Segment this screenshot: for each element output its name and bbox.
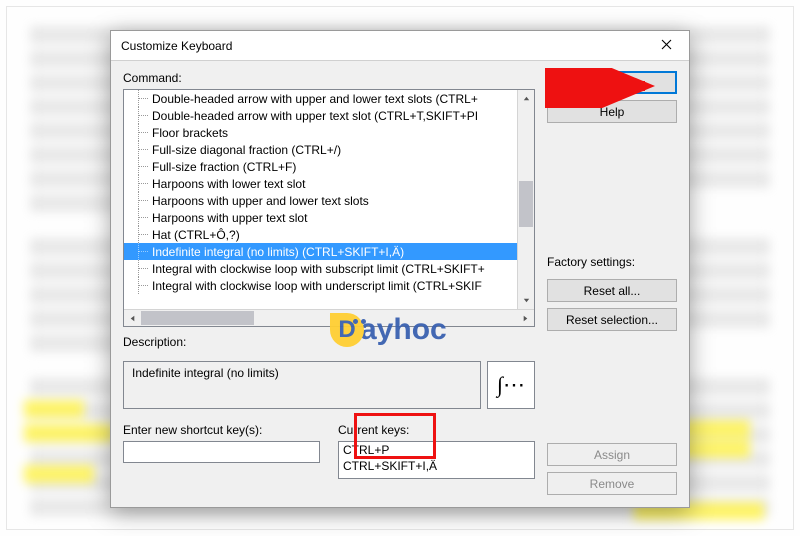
factory-settings-label: Factory settings:	[547, 255, 677, 269]
dialog-titlebar[interactable]: Customize Keyboard	[111, 31, 689, 61]
vertical-scrollbar[interactable]	[517, 90, 534, 309]
command-tree-item[interactable]: Harpoons with upper text slot	[124, 209, 517, 226]
reset-selection-button[interactable]: Reset selection...	[547, 308, 677, 331]
scroll-thumb[interactable]	[519, 181, 533, 227]
command-tree-item[interactable]: Full-size fraction (CTRL+F)	[124, 158, 517, 175]
scroll-track[interactable]	[141, 310, 517, 326]
command-tree-item[interactable]: Integral with clockwise loop with unders…	[124, 277, 517, 294]
help-button[interactable]: Help	[547, 100, 677, 123]
scroll-down-arrow-icon[interactable]	[518, 292, 534, 309]
enter-shortcut-label: Enter new shortcut key(s):	[123, 423, 320, 437]
command-tree-item[interactable]: Integral with clockwise loop with subscr…	[124, 260, 517, 277]
command-tree-item[interactable]: Harpoons with upper and lower text slots	[124, 192, 517, 209]
titlebar-close-button[interactable]	[644, 31, 689, 61]
shortcut-input[interactable]	[123, 441, 320, 463]
horizontal-scrollbar[interactable]	[124, 309, 534, 326]
command-tree-item[interactable]: Full-size diagonal fraction (CTRL+/)	[124, 141, 517, 158]
current-keys-list[interactable]: CTRL+P CTRL+SKIFT+I,Ä	[338, 441, 535, 479]
scroll-thumb[interactable]	[141, 311, 254, 325]
description-label: Description:	[123, 335, 535, 349]
description-text: Indefinite integral (no limits)	[132, 366, 279, 380]
command-tree-item[interactable]: Double-headed arrow with upper and lower…	[124, 90, 517, 107]
description-box: Indefinite integral (no limits)	[123, 361, 481, 409]
scroll-left-arrow-icon[interactable]	[124, 310, 141, 326]
reset-all-button[interactable]: Reset all...	[547, 279, 677, 302]
command-tree-item[interactable]: Floor brackets	[124, 124, 517, 141]
close-button[interactable]: Close	[547, 71, 677, 94]
scroll-track[interactable]	[518, 107, 534, 292]
command-tree-item[interactable]: Double-headed arrow with upper text slot…	[124, 107, 517, 124]
remove-button[interactable]: Remove	[547, 472, 677, 495]
command-tree-item[interactable]: Indefinite integral (no limits) (CTRL+SK…	[124, 243, 517, 260]
current-key-item[interactable]: CTRL+P	[343, 443, 530, 459]
symbol-preview: ∫⋯	[487, 361, 535, 409]
command-tree-item[interactable]: Harpoons with lower text slot	[124, 175, 517, 192]
close-icon	[661, 39, 672, 53]
current-keys-label: Current keys:	[338, 423, 535, 437]
command-label: Command:	[123, 71, 535, 85]
dialog-title: Customize Keyboard	[121, 39, 644, 53]
command-tree[interactable]: Double-headed arrow with upper and lower…	[123, 89, 535, 327]
scroll-right-arrow-icon[interactable]	[517, 310, 534, 326]
customize-keyboard-dialog: Customize Keyboard Command: Double-heade…	[110, 30, 690, 508]
command-tree-item[interactable]: Hat (CTRL+Ô,?)	[124, 226, 517, 243]
assign-button[interactable]: Assign	[547, 443, 677, 466]
scroll-up-arrow-icon[interactable]	[518, 90, 534, 107]
current-key-item[interactable]: CTRL+SKIFT+I,Ä	[343, 459, 530, 475]
